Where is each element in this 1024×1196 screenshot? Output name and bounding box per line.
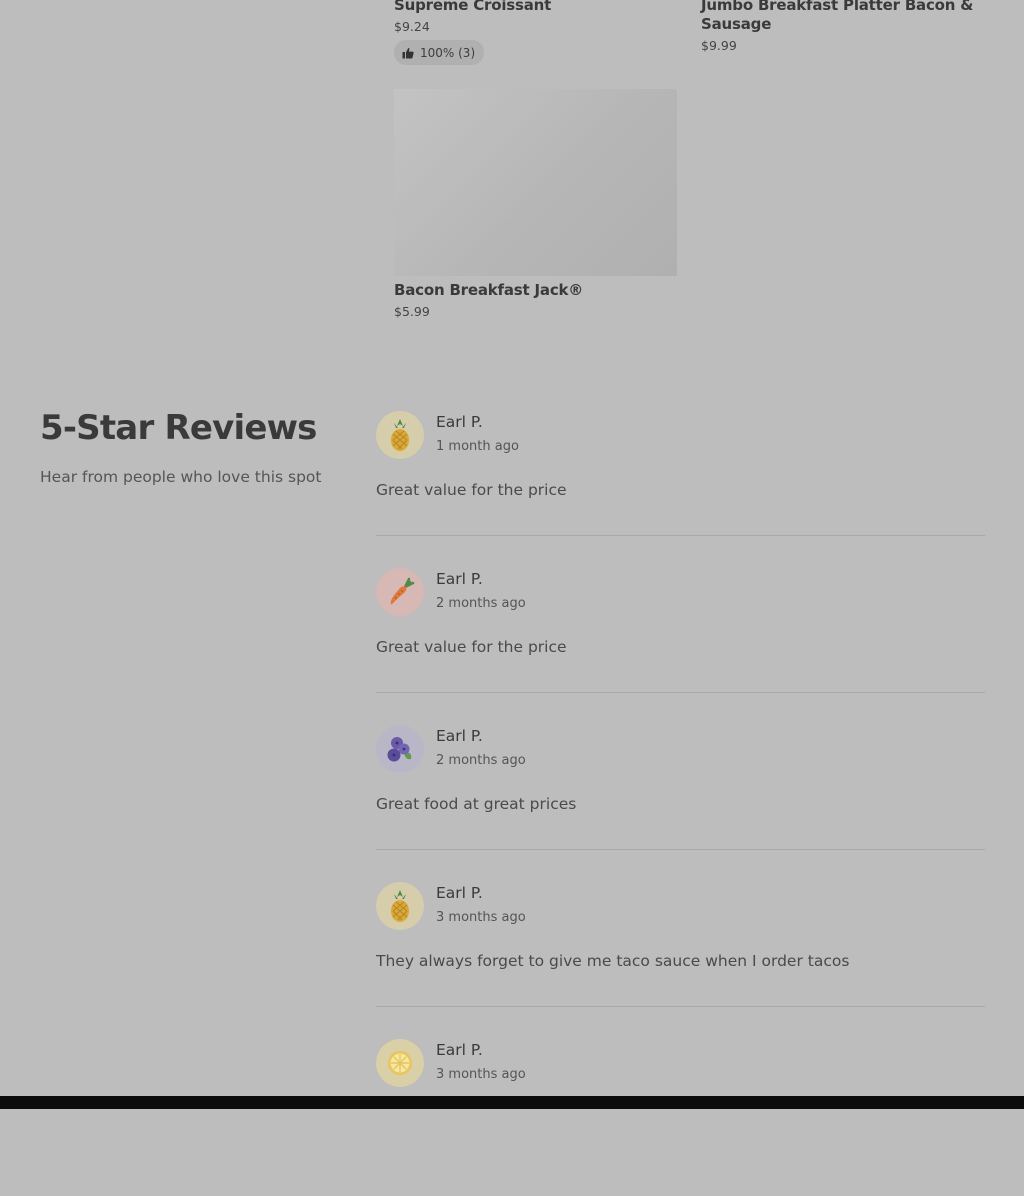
avatar <box>376 411 424 459</box>
avatar <box>376 1039 424 1087</box>
review-author: Earl P. <box>436 413 483 431</box>
item-name: Bacon Breakfast Jack® <box>394 281 584 299</box>
menu-item-bacon-breakfast-jack[interactable]: Bacon Breakfast Jack® $5.99 <box>394 281 583 319</box>
review-date: 3 months ago <box>436 910 526 925</box>
review-date: 1 month ago <box>436 439 519 454</box>
divider <box>376 535 985 536</box>
review-card: Earl P. 3 months ago <box>376 1039 985 1196</box>
item-image[interactable] <box>394 89 677 276</box>
review-card: Earl P. 1 month ago Great value for the … <box>376 411 985 568</box>
reviews-title: 5-Star Reviews <box>40 408 317 448</box>
item-price: $5.99 <box>394 304 430 319</box>
lemon-icon <box>388 1051 412 1075</box>
reviews-subtitle: Hear from people who love this spot <box>40 468 322 486</box>
divider <box>376 1006 985 1007</box>
review-date: 2 months ago <box>436 753 526 768</box>
review-author: Earl P. <box>436 727 483 745</box>
review-date: 3 months ago <box>436 1067 526 1082</box>
review-card: Earl P. 2 months ago Great value for the… <box>376 568 985 725</box>
pineapple-icon <box>391 890 409 922</box>
carrot-icon <box>390 577 415 605</box>
item-price: $9.99 <box>701 38 737 53</box>
review-author: Earl P. <box>436 884 483 902</box>
review-card: Earl P. 3 months ago They always forget … <box>376 882 985 1039</box>
review-text: Great value for the price <box>376 481 567 499</box>
pineapple-icon <box>391 419 409 451</box>
review-text: Great value for the price <box>376 638 567 656</box>
divider <box>376 692 985 693</box>
review-text: Great food at great prices <box>376 795 577 813</box>
avatar <box>376 568 424 616</box>
item-name: Jumbo Breakfast Platter Bacon & Sausage <box>701 0 974 33</box>
item-name: Supreme Croissant <box>394 0 552 14</box>
item-price: $9.24 <box>394 19 430 34</box>
blueberry-icon <box>387 737 412 762</box>
review-text: They always forget to give me taco sauce… <box>376 952 850 970</box>
avatar <box>376 882 424 930</box>
review-card: Earl P. 2 months ago Great food at great… <box>376 725 985 882</box>
menu-item-supreme-croissant[interactable]: Supreme Croissant $9.24 100% (3) <box>394 0 551 65</box>
bottom-bar <box>0 1096 1024 1109</box>
rating-text: 100% (3) <box>420 45 476 60</box>
review-author: Earl P. <box>436 570 483 588</box>
menu-item-jumbo-breakfast-platter[interactable]: Jumbo Breakfast Platter Bacon & Sausage … <box>701 0 981 53</box>
avatar <box>376 725 424 773</box>
rating-badge: 100% (3) <box>394 40 485 65</box>
review-author: Earl P. <box>436 1041 483 1059</box>
thumbs-up-icon <box>402 47 414 58</box>
review-date: 2 months ago <box>436 596 526 611</box>
divider <box>376 849 985 850</box>
